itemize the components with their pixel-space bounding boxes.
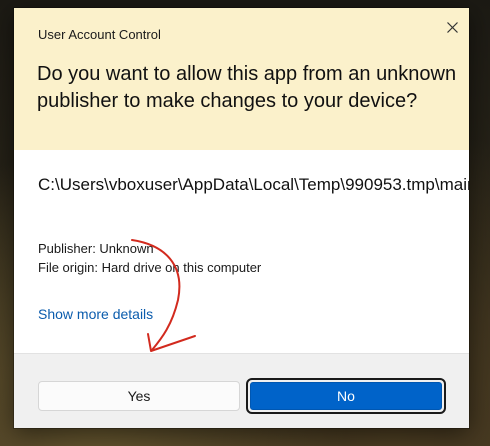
yes-button[interactable]: Yes	[38, 381, 240, 411]
dialog-header: User Account Control Do you want to allo…	[14, 8, 469, 150]
file-origin-label: File origin: Hard drive on this computer	[38, 260, 262, 275]
publisher-label: Publisher: Unknown	[38, 241, 154, 256]
close-icon	[446, 21, 458, 33]
show-more-details-link[interactable]: Show more details	[38, 306, 153, 322]
dialog-footer: Yes No	[14, 353, 469, 428]
uac-question: Do you want to allow this app from an un…	[37, 63, 457, 112]
close-button[interactable]	[437, 14, 467, 40]
dialog-title: User Account Control	[38, 27, 161, 42]
program-path: C:\Users\vboxuser\AppData\Local\Temp\990…	[38, 175, 469, 194]
no-button[interactable]: No	[250, 382, 442, 410]
uac-dialog: User Account Control Do you want to allo…	[14, 8, 469, 428]
